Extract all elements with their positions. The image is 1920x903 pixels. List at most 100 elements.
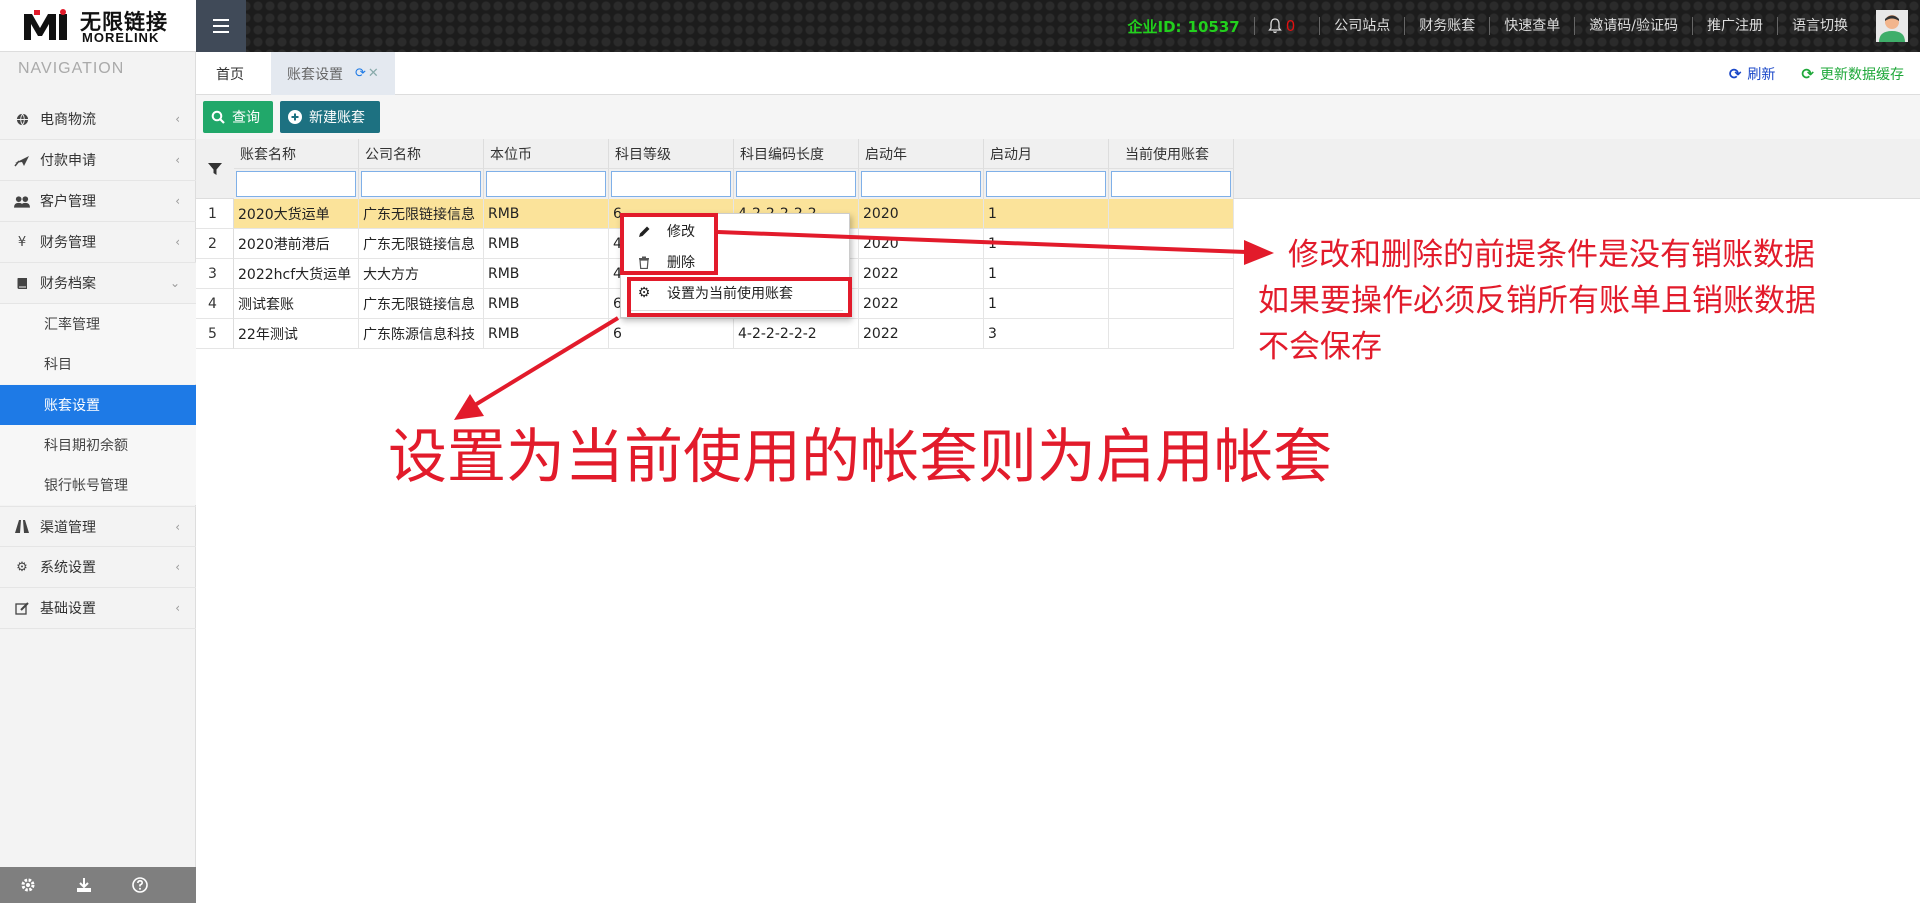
tab-label: 账套设置 [287, 66, 343, 83]
bell-icon [1267, 18, 1282, 34]
column-header-company-name[interactable]: 公司名称 [359, 139, 484, 169]
new-ledger-label: 新建账套 [309, 110, 365, 126]
gear-icon: ⚙ [16, 559, 28, 575]
sidebar-item-system-settings[interactable]: ⚙ 系统设置 ‹ [0, 547, 196, 588]
sidebar: NAVIGATION 电商物流 ‹ 付款申请 ‹ 客户管理 ‹ ¥ 财务管理 ‹… [0, 52, 196, 903]
table-row[interactable]: 5 22年测试 广东陈源信息科技 RMB 6 4-2-2-2-2-2 2022 … [196, 319, 1234, 349]
tab-bar: 首页 账套设置 ⟳ ✕ ⟳ 刷新 ⟳ 更新数据缓存 [196, 52, 1920, 95]
filter-cell [234, 169, 359, 199]
cell-company-name: 大大方方 [359, 259, 484, 289]
sidebar-subitem-account-subject[interactable]: 科目 [0, 344, 196, 384]
cell-code-length: 4-2-2-2-2-2 [734, 319, 859, 349]
cell-start-month: 1 [984, 229, 1109, 259]
chevron-left-icon: ‹ [175, 519, 180, 534]
cell-currency: RMB [484, 259, 609, 289]
settings-gear-button[interactable] [0, 877, 56, 893]
notifications-button[interactable]: 0 [1253, 17, 1308, 35]
cell-start-year: 2022 [859, 319, 984, 349]
menu-toggle-button[interactable] [196, 0, 246, 52]
sidebar-item-label: 系统设置 [40, 560, 96, 576]
cell-company-name: 广东无限链接信息 [359, 229, 484, 259]
cell-subject-level: 6 [609, 319, 734, 349]
column-header-start-year[interactable]: 启动年 [859, 139, 984, 169]
column-header-start-month[interactable]: 启动月 [984, 139, 1109, 169]
sidebar-item-basic-settings[interactable]: 基础设置 ‹ [0, 588, 196, 629]
logo[interactable]: 无限链接 MORELINK [0, 0, 196, 52]
tab-ledger-settings[interactable]: 账套设置 ⟳ ✕ [271, 52, 395, 95]
cell-ledger-name: 测试套账 [234, 289, 359, 319]
cell-ledger-name: 2022hcf大货运单 [234, 259, 359, 289]
table-header: 账套名称 公司名称 本位币 科目等级 科目编码长度 启动年 启动月 当前使用账套 [196, 139, 1920, 199]
tab-home[interactable]: 首页 [196, 52, 264, 95]
nav-finance-ledger[interactable]: 财务账套 [1404, 17, 1489, 35]
filter-input-code-length[interactable] [736, 171, 856, 197]
sidebar-item-finance-archive[interactable]: 财务档案 ⌄ [0, 263, 196, 304]
column-header-current-ledger[interactable]: 当前使用账套 [1109, 139, 1234, 169]
nav-company-site[interactable]: 公司站点 [1319, 17, 1404, 35]
filter-icon [208, 163, 222, 175]
filter-input-start-year[interactable] [861, 171, 981, 197]
sidebar-item-label: 电商物流 [40, 112, 96, 128]
query-label: 查询 [232, 110, 260, 126]
chevron-down-icon: ⌄ [169, 276, 180, 290]
user-avatar[interactable] [1876, 10, 1908, 42]
sidebar-subitem-opening-balance[interactable]: 科目期初余额 [0, 425, 196, 465]
cell-current-ledger [1109, 289, 1234, 319]
avatar-icon [1876, 10, 1908, 42]
yen-icon: ¥ [17, 234, 27, 250]
column-header-ledger-name[interactable]: 账套名称 [234, 139, 359, 169]
update-cache-button[interactable]: ⟳ 更新数据缓存 [1801, 64, 1904, 84]
cell-company-name: 广东无限链接信息 [359, 199, 484, 229]
filter-input-current-ledger[interactable] [1111, 171, 1231, 197]
filter-input-currency[interactable] [486, 171, 606, 197]
annotation-line: 修改和删除的前提条件是没有销账数据 [1288, 237, 1815, 273]
column-header-code-length[interactable]: 科目编码长度 [734, 139, 859, 169]
query-button[interactable]: 查询 [203, 101, 273, 133]
download-button[interactable] [56, 877, 112, 893]
annotation-note-right: 修改和删除的前提条件是没有销账数据 如果要操作必须反销所有账单且销账数据 不会保… [1258, 232, 1918, 370]
cell-start-year: 2020 [859, 199, 984, 229]
sidebar-item-ecommerce-logistics[interactable]: 电商物流 ‹ [0, 99, 196, 140]
chevron-left-icon: ‹ [175, 112, 180, 126]
refresh-button[interactable]: ⟳ 刷新 [1729, 64, 1776, 84]
refresh-icon[interactable]: ⟳ [355, 66, 366, 81]
download-icon [77, 878, 91, 892]
company-id-value: 10537 [1187, 17, 1240, 36]
sidebar-item-finance-management[interactable]: ¥ 财务管理 ‹ [0, 222, 196, 263]
users-icon [14, 195, 30, 208]
annotation-box-set-current [627, 277, 852, 317]
edit-icon [14, 601, 30, 615]
column-header-currency[interactable]: 本位币 [484, 139, 609, 169]
nav-invite-code[interactable]: 邀请码/验证码 [1574, 17, 1692, 35]
filter-input-start-month[interactable] [986, 171, 1106, 197]
cell-start-month: 1 [984, 259, 1109, 289]
cell-ledger-name: 22年测试 [234, 319, 359, 349]
sidebar-item-channel-management[interactable]: 渠道管理 ‹ [0, 506, 196, 547]
sidebar-subitem-exchange-rate[interactable]: 汇率管理 [0, 304, 196, 344]
chevron-left-icon: ‹ [175, 601, 180, 615]
new-ledger-button[interactable]: 新建账套 [280, 101, 380, 133]
filter-cell [859, 169, 984, 199]
chevron-left-icon: ‹ [175, 194, 180, 208]
cell-currency: RMB [484, 289, 609, 319]
sidebar-item-customer-management[interactable]: 客户管理 ‹ [0, 181, 196, 222]
nav-promote-register[interactable]: 推广注册 [1692, 17, 1777, 35]
nav-language-switch[interactable]: 语言切换 [1777, 17, 1862, 35]
morelink-logo-icon [24, 9, 67, 40]
filter-input-subject-level[interactable] [611, 171, 731, 197]
refresh-label: 刷新 [1747, 66, 1776, 83]
sidebar-subitem-ledger-settings[interactable]: 账套设置 [0, 385, 196, 425]
filter-input-ledger-name[interactable] [236, 171, 356, 197]
help-button[interactable] [112, 877, 168, 893]
filter-toggle[interactable] [196, 139, 234, 199]
nav-quick-search[interactable]: 快速查单 [1489, 17, 1574, 35]
sidebar-subitem-bank-accounts[interactable]: 银行帐号管理 [0, 465, 196, 505]
book-icon [14, 277, 30, 290]
gear-icon [21, 878, 35, 892]
filter-cell [609, 169, 734, 199]
column-header-subject-level[interactable]: 科目等级 [609, 139, 734, 169]
chevron-left-icon: ‹ [175, 235, 180, 249]
sidebar-item-payment-request[interactable]: 付款申请 ‹ [0, 140, 196, 181]
close-icon[interactable]: ✕ [368, 66, 379, 81]
filter-input-company-name[interactable] [361, 171, 481, 197]
